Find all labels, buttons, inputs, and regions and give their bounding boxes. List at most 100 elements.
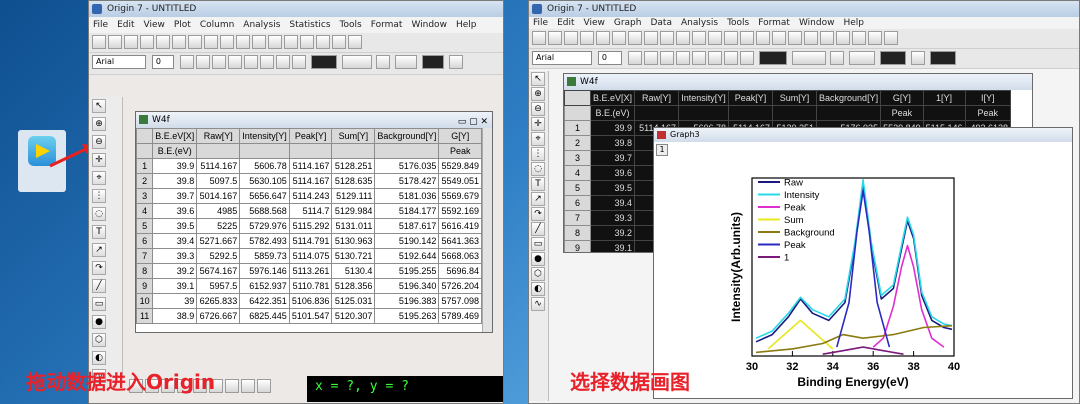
table-cell[interactable]: 5114.167 <box>288 158 333 174</box>
table-cell[interactable]: 5014.167 <box>196 188 241 204</box>
increase-font-icon-right[interactable] <box>723 51 738 65</box>
row-number[interactable]: 6 <box>564 195 591 211</box>
left-menu-help[interactable]: Help <box>456 20 477 30</box>
table-cell[interactable]: 5129.111 <box>331 188 376 204</box>
legend-icon-right[interactable] <box>836 31 850 45</box>
table-cell[interactable]: 5129.984 <box>331 203 376 219</box>
plot-template-icon[interactable] <box>241 379 255 393</box>
table-cell[interactable]: 5181.036 <box>374 188 440 204</box>
refresh-icon[interactable] <box>252 35 266 49</box>
table-row[interactable]: 4 39.6 4985 5688.568 5114.7 5129.984 5184.177 5… <box>136 203 482 219</box>
table-cell[interactable]: 6152.937 <box>239 278 290 294</box>
left-menu-window[interactable]: Window <box>411 20 447 30</box>
column-header-right[interactable]: B.E.eV[X] <box>589 90 636 106</box>
table-cell[interactable]: 5101.547 <box>288 308 333 324</box>
corner-cell[interactable] <box>136 128 154 144</box>
row-number[interactable]: 4 <box>136 203 154 219</box>
save-icon[interactable] <box>124 35 138 49</box>
table-row[interactable]: 7 39.3 5292.5 5859.73 5114.075 5130.721 5192.6… <box>136 248 482 264</box>
left-menu-tools[interactable]: Tools <box>340 20 362 30</box>
left-menu-format[interactable]: Format <box>371 20 403 30</box>
row-number[interactable]: 7 <box>136 248 154 264</box>
left-menu-view[interactable]: View <box>144 20 165 30</box>
table-cell[interactable]: 5729.976 <box>239 218 290 234</box>
subscript-icon[interactable] <box>243 55 258 69</box>
rect-tool-icon[interactable]: ▭ <box>92 297 106 311</box>
table-cell[interactable]: 5128.635 <box>331 173 376 189</box>
table-cell[interactable]: 5120.307 <box>331 308 376 324</box>
table-row[interactable]: 1 39.9 5114.167 5606.78 5114.167 5128.251 5176… <box>136 158 482 174</box>
greek-icon[interactable] <box>259 55 274 69</box>
table-cell[interactable]: 5859.73 <box>239 248 290 264</box>
table-cell[interactable]: 39.8 <box>152 173 198 189</box>
row-number[interactable]: 3 <box>564 150 591 166</box>
table-cell[interactable]: 39.6 <box>152 203 198 219</box>
row-number[interactable]: 4 <box>564 165 591 181</box>
arrow-tool-icon[interactable]: ↗ <box>92 243 106 257</box>
table-cell[interactable]: 5674.167 <box>196 263 241 279</box>
subscript-icon-right[interactable] <box>691 51 706 65</box>
fill-color-swatch-right[interactable] <box>849 51 876 65</box>
table-row[interactable]: 5 39.5 5225 5729.976 5115.292 5131.011 5187.61… <box>136 218 482 234</box>
table-cell[interactable]: 5130.721 <box>331 248 376 264</box>
superscript-icon[interactable] <box>227 55 242 69</box>
table-cell[interactable]: 5957.5 <box>196 278 241 294</box>
table-cell[interactable]: 5630.105 <box>239 173 290 189</box>
table-cell[interactable]: 5656.647 <box>239 188 290 204</box>
zoom-icon-right[interactable] <box>708 31 722 45</box>
pattern-icon[interactable] <box>449 55 463 69</box>
row-number[interactable]: 2 <box>564 135 591 151</box>
fit-icon-right[interactable] <box>788 31 802 45</box>
increase-font-icon[interactable] <box>275 55 290 69</box>
right-menu-edit[interactable]: Edit <box>557 18 574 28</box>
table-cell[interactable]: 39.9 <box>152 158 198 174</box>
table-cell[interactable]: 5196.340 <box>374 278 440 294</box>
table-cell[interactable]: 5592.169 <box>438 203 482 219</box>
code-icon-right[interactable] <box>772 31 786 45</box>
script-icon-right[interactable] <box>740 31 754 45</box>
table-cell[interactable]: 5114.7 <box>288 203 333 219</box>
table-cell[interactable]: 4985 <box>196 203 241 219</box>
matrix-icon[interactable] <box>220 35 234 49</box>
cross-tool-icon-right[interactable]: ✛ <box>531 117 545 131</box>
font-color-swatch-right[interactable] <box>758 51 787 65</box>
table-row[interactable]: 6 39.4 5271.667 5782.493 5114.791 5130.963 519… <box>136 233 482 249</box>
row-number[interactable]: 9 <box>564 240 591 252</box>
column-header[interactable]: Background[Y] <box>374 128 440 144</box>
print-icon-right[interactable] <box>580 31 594 45</box>
table-cell[interactable]: 5190.142 <box>374 233 440 249</box>
column-header-right[interactable]: Peak[Y] <box>728 90 774 106</box>
open-icon[interactable] <box>108 35 122 49</box>
table-cell[interactable]: 5114.167 <box>288 173 333 189</box>
table-row[interactable]: 8 39.2 5674.167 5976.146 5113.261 5130.4 5195.… <box>136 263 482 279</box>
text-tool-icon-right[interactable]: T <box>531 177 545 191</box>
table-cell[interactable]: 5115.292 <box>288 218 333 234</box>
row-number[interactable]: 9 <box>136 278 154 294</box>
column-header-right[interactable]: Sum[Y] <box>772 90 818 106</box>
column-header-right[interactable]: G[Y] <box>880 90 924 106</box>
datetime-icon-right[interactable] <box>852 31 866 45</box>
left-menu-plot[interactable]: Plot <box>174 20 191 30</box>
print-icon[interactable] <box>140 35 154 49</box>
underline-icon[interactable] <box>211 55 226 69</box>
row-number[interactable]: 10 <box>136 293 154 309</box>
results-icon-right[interactable] <box>756 31 770 45</box>
table-cell[interactable]: 6726.667 <box>196 308 241 324</box>
table-cell[interactable]: 5125.031 <box>331 293 376 309</box>
table-cell[interactable]: 39.8 <box>589 135 636 151</box>
table-cell[interactable]: 39.5 <box>152 218 198 234</box>
table-cell[interactable]: 5271.667 <box>196 233 241 249</box>
table-cell[interactable]: 39 <box>152 293 198 309</box>
curve-tool-icon-right[interactable]: ↷ <box>531 207 545 221</box>
table-cell[interactable]: 5726.204 <box>438 278 482 294</box>
scale-tool-icon-right[interactable]: ⊖ <box>531 102 545 116</box>
column-header-right[interactable]: Intensity[Y] <box>678 90 730 106</box>
table-cell[interactable]: 6265.833 <box>196 293 241 309</box>
pointer-tool-icon-right[interactable]: ↖ <box>531 72 545 86</box>
data-select-icon[interactable]: ⋮ <box>92 189 106 203</box>
column-header[interactable]: G[Y] <box>438 128 482 144</box>
circle-tool-icon-right[interactable]: ● <box>531 252 545 266</box>
table-row[interactable]: 11 38.9 6726.667 6825.445 5101.547 5120.307 51… <box>136 308 482 324</box>
table-cell[interactable]: 5292.5 <box>196 248 241 264</box>
layer-icon-right[interactable] <box>820 31 834 45</box>
